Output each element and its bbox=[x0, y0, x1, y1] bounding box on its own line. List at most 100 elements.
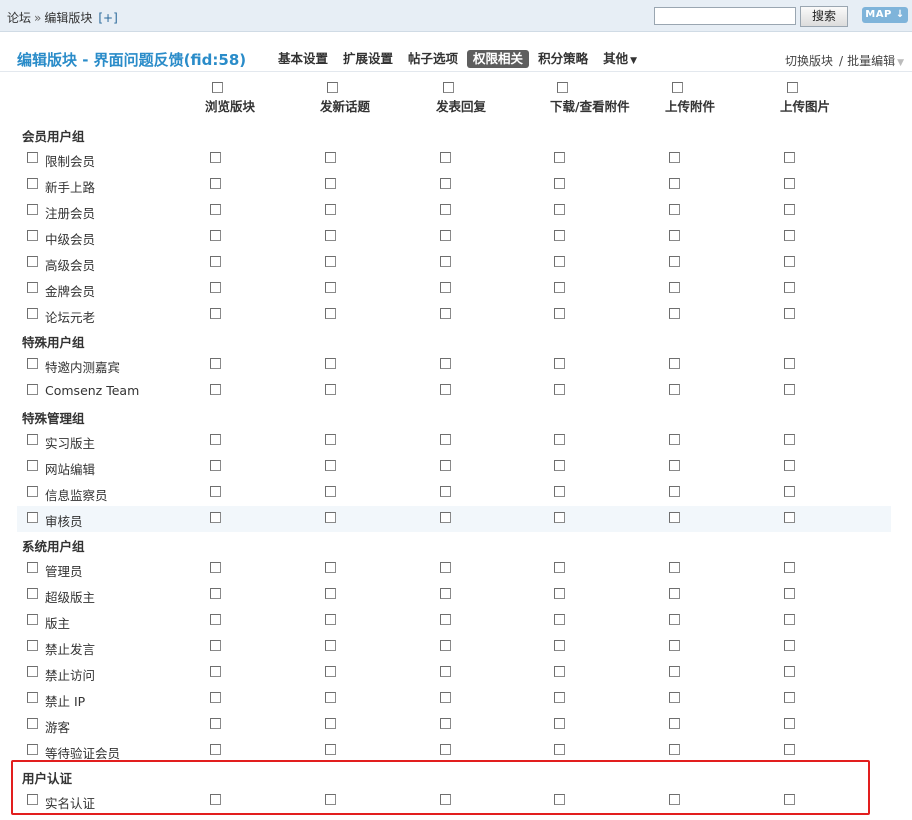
permission-checkbox[interactable] bbox=[669, 282, 680, 293]
permission-checkbox[interactable] bbox=[554, 640, 565, 651]
permission-checkbox[interactable] bbox=[325, 692, 336, 703]
permission-checkbox[interactable] bbox=[784, 486, 795, 497]
permission-checkbox[interactable] bbox=[210, 744, 221, 755]
add-forum-link[interactable]: [+] bbox=[98, 11, 117, 25]
permission-checkbox[interactable] bbox=[210, 282, 221, 293]
permission-checkbox[interactable] bbox=[784, 588, 795, 599]
tab-other[interactable]: 其他 ▼ bbox=[597, 50, 643, 68]
permission-checkbox[interactable] bbox=[210, 588, 221, 599]
permission-checkbox[interactable] bbox=[325, 718, 336, 729]
row-select-checkbox[interactable] bbox=[27, 692, 38, 703]
permission-checkbox[interactable] bbox=[669, 152, 680, 163]
permission-checkbox[interactable] bbox=[440, 666, 451, 677]
permission-checkbox[interactable] bbox=[325, 358, 336, 369]
permission-checkbox[interactable] bbox=[669, 744, 680, 755]
breadcrumb-forum-link[interactable]: 论坛 bbox=[7, 11, 31, 25]
permission-checkbox[interactable] bbox=[784, 282, 795, 293]
select-all-column-checkbox[interactable] bbox=[672, 82, 683, 93]
permission-checkbox[interactable] bbox=[210, 308, 221, 319]
row-select-checkbox[interactable] bbox=[27, 744, 38, 755]
row-select-checkbox[interactable] bbox=[27, 486, 38, 497]
permission-checkbox[interactable] bbox=[554, 744, 565, 755]
permission-checkbox[interactable] bbox=[669, 512, 680, 523]
permission-checkbox[interactable] bbox=[325, 460, 336, 471]
permission-checkbox[interactable] bbox=[784, 666, 795, 677]
permission-checkbox[interactable] bbox=[325, 512, 336, 523]
row-select-checkbox[interactable] bbox=[27, 562, 38, 573]
search-button[interactable]: 搜索 bbox=[800, 6, 848, 27]
row-select-checkbox[interactable] bbox=[27, 718, 38, 729]
permission-checkbox[interactable] bbox=[440, 204, 451, 215]
permission-checkbox[interactable] bbox=[669, 178, 680, 189]
tab-permissions[interactable]: 权限相关 bbox=[467, 50, 530, 68]
row-select-checkbox[interactable] bbox=[27, 614, 38, 625]
permission-checkbox[interactable] bbox=[210, 178, 221, 189]
permission-checkbox[interactable] bbox=[554, 434, 565, 445]
permission-checkbox[interactable] bbox=[669, 588, 680, 599]
permission-checkbox[interactable] bbox=[325, 256, 336, 267]
permission-checkbox[interactable] bbox=[669, 562, 680, 573]
permission-checkbox[interactable] bbox=[440, 718, 451, 729]
permission-checkbox[interactable] bbox=[325, 434, 336, 445]
permission-checkbox[interactable] bbox=[554, 486, 565, 497]
select-all-column-checkbox[interactable] bbox=[327, 82, 338, 93]
row-select-checkbox[interactable] bbox=[27, 384, 38, 395]
row-select-checkbox[interactable] bbox=[27, 512, 38, 523]
permission-checkbox[interactable] bbox=[440, 308, 451, 319]
row-select-checkbox[interactable] bbox=[27, 308, 38, 319]
permission-checkbox[interactable] bbox=[669, 486, 680, 497]
tab-extended-settings[interactable]: 扩展设置 bbox=[337, 50, 399, 68]
permission-checkbox[interactable] bbox=[210, 434, 221, 445]
permission-checkbox[interactable] bbox=[784, 692, 795, 703]
permission-checkbox[interactable] bbox=[669, 718, 680, 729]
permission-checkbox[interactable] bbox=[554, 666, 565, 677]
permission-checkbox[interactable] bbox=[440, 744, 451, 755]
permission-checkbox[interactable] bbox=[210, 384, 221, 395]
permission-checkbox[interactable] bbox=[554, 588, 565, 599]
permission-checkbox[interactable] bbox=[440, 230, 451, 241]
permission-checkbox[interactable] bbox=[669, 230, 680, 241]
permission-checkbox[interactable] bbox=[325, 562, 336, 573]
row-select-checkbox[interactable] bbox=[27, 640, 38, 651]
tab-basic-settings[interactable]: 基本设置 bbox=[272, 50, 334, 68]
row-select-checkbox[interactable] bbox=[27, 256, 38, 267]
permission-checkbox[interactable] bbox=[554, 204, 565, 215]
permission-checkbox[interactable] bbox=[669, 434, 680, 445]
permission-checkbox[interactable] bbox=[440, 434, 451, 445]
row-select-checkbox[interactable] bbox=[27, 178, 38, 189]
permission-checkbox[interactable] bbox=[554, 256, 565, 267]
permission-checkbox[interactable] bbox=[440, 358, 451, 369]
permission-checkbox[interactable] bbox=[325, 308, 336, 319]
permission-checkbox[interactable] bbox=[440, 256, 451, 267]
permission-checkbox[interactable] bbox=[554, 692, 565, 703]
permission-checkbox[interactable] bbox=[325, 282, 336, 293]
permission-checkbox[interactable] bbox=[325, 178, 336, 189]
permission-checkbox[interactable] bbox=[210, 614, 221, 625]
permission-checkbox[interactable] bbox=[440, 692, 451, 703]
switch-forum-link[interactable]: 切换版块 bbox=[785, 54, 833, 68]
permission-checkbox[interactable] bbox=[210, 512, 221, 523]
permission-checkbox[interactable] bbox=[210, 692, 221, 703]
permission-checkbox[interactable] bbox=[784, 614, 795, 625]
permission-checkbox[interactable] bbox=[325, 152, 336, 163]
permission-checkbox[interactable] bbox=[325, 666, 336, 677]
permission-checkbox[interactable] bbox=[554, 282, 565, 293]
permission-checkbox[interactable] bbox=[210, 486, 221, 497]
permission-checkbox[interactable] bbox=[554, 562, 565, 573]
permission-checkbox[interactable] bbox=[440, 282, 451, 293]
permission-checkbox[interactable] bbox=[440, 178, 451, 189]
permission-checkbox[interactable] bbox=[554, 614, 565, 625]
permission-checkbox[interactable] bbox=[554, 358, 565, 369]
permission-checkbox[interactable] bbox=[440, 486, 451, 497]
permission-checkbox[interactable] bbox=[440, 512, 451, 523]
permission-checkbox[interactable] bbox=[784, 562, 795, 573]
permission-checkbox[interactable] bbox=[440, 562, 451, 573]
permission-checkbox[interactable] bbox=[784, 178, 795, 189]
permission-checkbox[interactable] bbox=[210, 718, 221, 729]
row-select-checkbox[interactable] bbox=[27, 204, 38, 215]
permission-checkbox[interactable] bbox=[440, 384, 451, 395]
permission-checkbox[interactable] bbox=[784, 512, 795, 523]
row-select-checkbox[interactable] bbox=[27, 358, 38, 369]
select-all-column-checkbox[interactable] bbox=[557, 82, 568, 93]
permission-checkbox[interactable] bbox=[325, 614, 336, 625]
